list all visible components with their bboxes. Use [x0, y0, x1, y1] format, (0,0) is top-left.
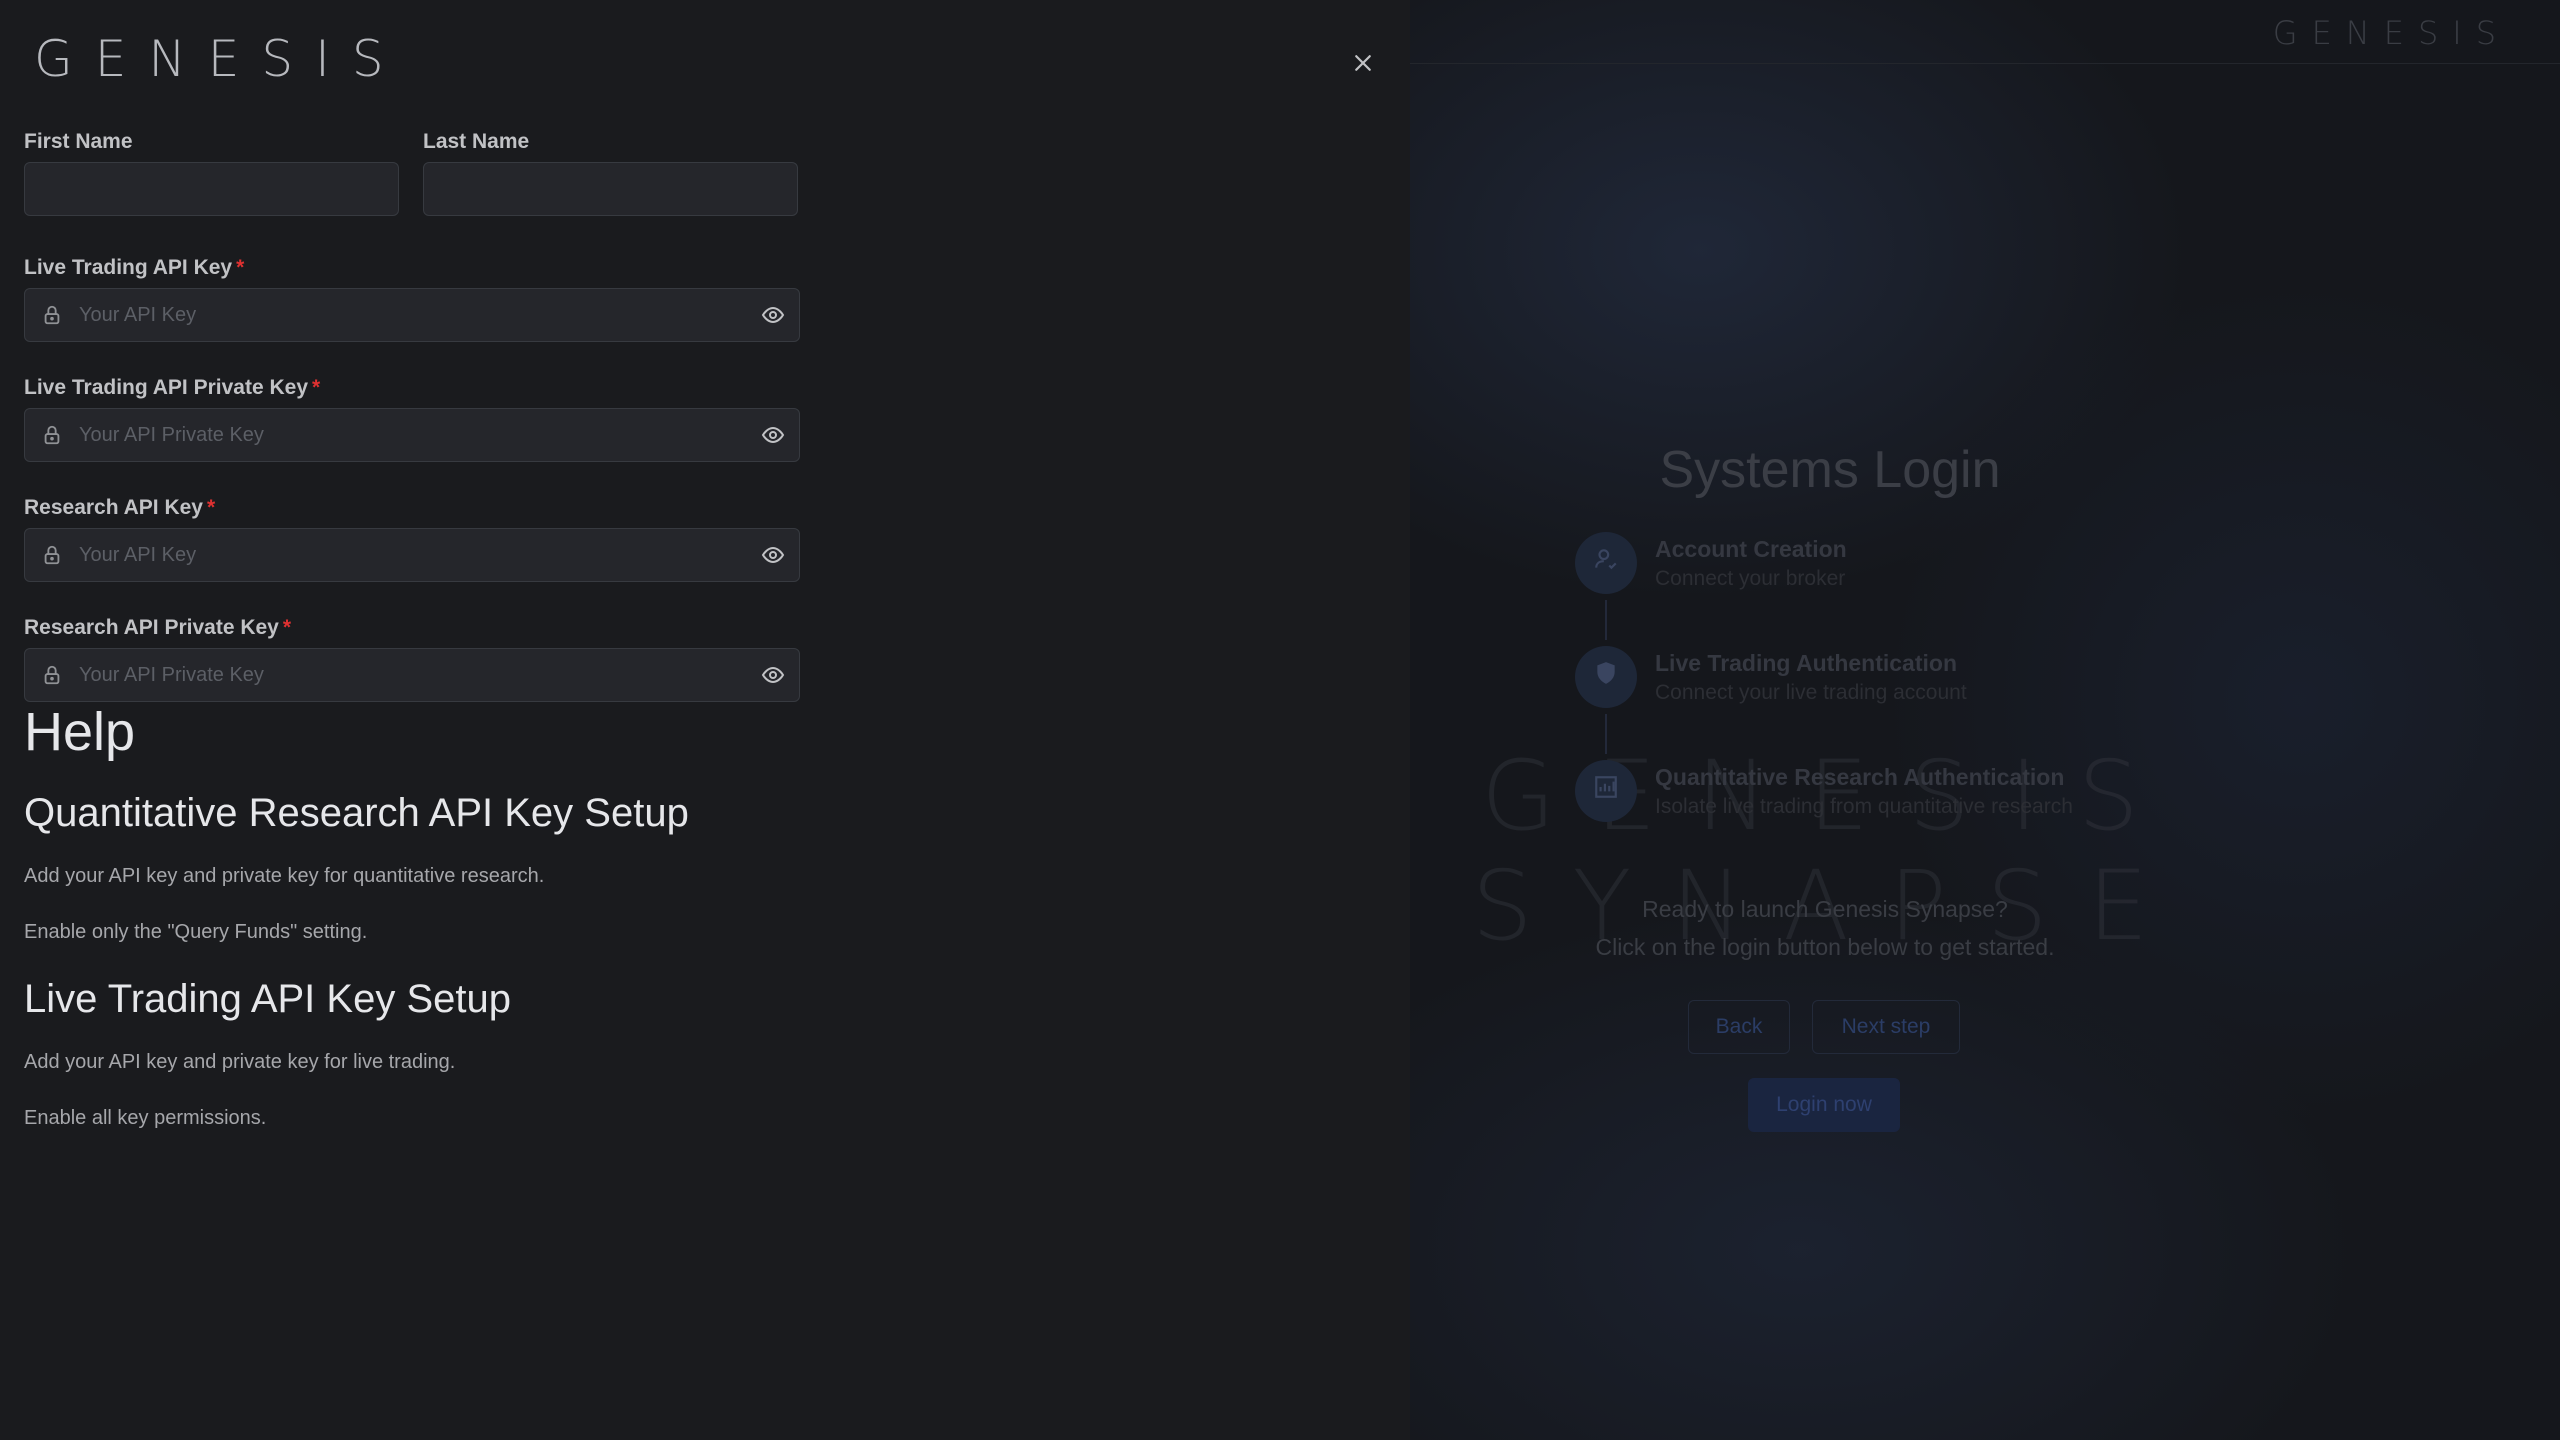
settings-drawer: GENESIS First Name Last Name Live Tradin…: [0, 0, 1410, 1440]
required-asterisk: *: [206, 496, 216, 519]
help-title: Help: [24, 702, 136, 762]
first-name-input[interactable]: [24, 162, 399, 216]
close-button[interactable]: [1346, 46, 1380, 80]
field-label: Research API Key *: [24, 496, 216, 519]
help-text: Add your API key and private key for qua…: [24, 865, 545, 887]
help-text: Enable only the "Query Funds" setting.: [24, 921, 368, 943]
quant-research-setup-heading: Quantitative Research API Key Setup: [24, 791, 689, 835]
lock-icon: [44, 425, 60, 445]
input-placeholder: Your API Private Key: [79, 424, 264, 446]
systems-login-title: Systems Login: [1659, 441, 2001, 499]
toggle-visibility-button[interactable]: [759, 421, 787, 449]
live-trading-api-key-field: Live Trading API Key * Your API Key: [24, 256, 800, 342]
last-name-input[interactable]: [423, 162, 798, 216]
step-connector: [1605, 600, 1607, 640]
genesis-logo: GENESIS: [34, 30, 406, 88]
login-now-button[interactable]: Login now: [1748, 1078, 1900, 1132]
user-check-icon: [1575, 532, 1637, 594]
input-placeholder: Your API Private Key: [79, 664, 264, 686]
lock-icon: [44, 545, 60, 565]
ready-line-2: Click on the login button below to get s…: [1595, 934, 2055, 960]
step-subtitle: Connect your broker: [1655, 567, 1846, 590]
toggle-visibility-button[interactable]: [759, 661, 787, 689]
next-step-button[interactable]: Next step: [1812, 1000, 1960, 1054]
eye-icon: [761, 426, 785, 444]
research-api-private-key-input[interactable]: Your API Private Key: [24, 648, 800, 702]
step-account-creation[interactable]: Account Creation Connect your broker: [1575, 530, 2195, 644]
field-label: Live Trading API Key *: [24, 256, 245, 279]
step-live-trading-auth[interactable]: Live Trading Authentication Connect your…: [1575, 644, 2195, 758]
required-asterisk: *: [282, 616, 292, 639]
live-trading-api-private-key-field: Live Trading API Private Key * Your API P…: [24, 376, 800, 462]
header-logo: GENESIS: [2272, 14, 2510, 52]
chart-icon: [1575, 760, 1637, 822]
step-title: Live Trading Authentication: [1655, 650, 1957, 676]
input-placeholder: Your API Key: [79, 544, 197, 566]
last-name-label: Last Name: [423, 130, 530, 153]
shield-icon: [1575, 646, 1637, 708]
last-name-group: Last Name: [423, 130, 798, 216]
input-placeholder: Your API Key: [79, 304, 197, 326]
step-connector: [1605, 714, 1607, 754]
api-key-form: First Name Last Name Live Trading API Ke…: [24, 130, 800, 736]
eye-icon: [761, 306, 785, 324]
step-quant-research-auth[interactable]: Quantitative Research Authentication Iso…: [1575, 758, 2195, 872]
research-api-key-field: Research API Key * Your API Key: [24, 496, 800, 582]
research-api-private-key-field: Research API Private Key * Your API Priva…: [24, 616, 800, 702]
step-title: Account Creation: [1655, 536, 1847, 562]
help-text: Add your API key and private key for liv…: [24, 1051, 456, 1073]
name-row: First Name Last Name: [24, 130, 800, 216]
step-subtitle: Connect your live trading account: [1655, 681, 1967, 704]
field-label: Live Trading API Private Key *: [24, 376, 321, 399]
eye-icon: [761, 546, 785, 564]
toggle-visibility-button[interactable]: [759, 301, 787, 329]
ready-line-1: Ready to launch Genesis Synapse?: [1642, 896, 2008, 922]
eye-icon: [761, 666, 785, 684]
lock-icon: [44, 665, 60, 685]
first-name-label: First Name: [24, 130, 133, 153]
step-subtitle: Isolate live trading from quantitative r…: [1655, 795, 2073, 818]
lock-icon: [44, 305, 60, 325]
first-name-group: First Name: [24, 130, 399, 216]
background-header: GENESIS: [1410, 0, 2560, 64]
required-asterisk: *: [236, 256, 245, 279]
login-stepper: Account Creation Connect your broker Liv…: [1575, 530, 2195, 872]
step-title: Quantitative Research Authentication: [1655, 764, 2065, 790]
ready-message: Ready to launch Genesis Synapse? Click o…: [1500, 890, 2150, 966]
toggle-visibility-button[interactable]: [759, 541, 787, 569]
help-section: Help Quantitative Research API Key Setup…: [24, 700, 1224, 1162]
live-trading-setup-heading: Live Trading API Key Setup: [24, 977, 511, 1021]
required-asterisk: *: [312, 376, 321, 399]
field-label: Research API Private Key *: [24, 616, 292, 639]
help-text: Enable all key permissions.: [24, 1107, 267, 1129]
research-api-key-input[interactable]: Your API Key: [24, 528, 800, 582]
back-button[interactable]: Back: [1688, 1000, 1790, 1054]
live-trading-api-key-input[interactable]: Your API Key: [24, 288, 800, 342]
close-icon: [1355, 55, 1371, 71]
live-trading-api-private-key-input[interactable]: Your API Private Key: [24, 408, 800, 462]
